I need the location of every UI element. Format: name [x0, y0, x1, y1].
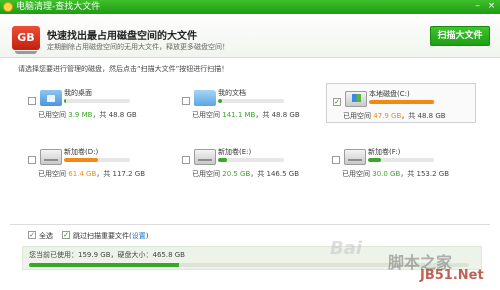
- disk-usage-text: 已用空间 20.5 GB，共 146.5 GB: [192, 170, 300, 178]
- baidu-watermark: Bai: [330, 238, 363, 259]
- select-all-checkbox[interactable]: ✓: [28, 231, 36, 239]
- divider: [10, 224, 490, 225]
- disk-checkbox[interactable]: [28, 156, 36, 164]
- disk-checkbox[interactable]: [182, 156, 190, 164]
- summary-text: 您当前已使用：159.9 GB，硬盘大小：465.8 GB: [29, 251, 185, 259]
- window-title: 电脑清理-查找大文件: [16, 2, 101, 12]
- scan-large-files-button[interactable]: 扫描大文件: [430, 26, 490, 46]
- disk-usage-fill: [218, 99, 222, 103]
- hard-drive-icon: [40, 149, 62, 165]
- disk-usage-fill: [368, 158, 382, 162]
- settings-link[interactable]: 设置: [132, 232, 146, 240]
- disk-checkbox[interactable]: ✓: [333, 98, 341, 106]
- disk-usage-fill: [218, 158, 228, 162]
- disk-usage-track: [64, 158, 130, 162]
- disk-usage-text: 已用空间 30.0 GB，共 153.2 GB: [342, 170, 450, 178]
- minimize-button[interactable]: –: [472, 1, 483, 12]
- hard-drive-icon: [344, 149, 366, 165]
- disk-name: 新加卷(D:): [64, 148, 99, 156]
- disk-usage-text: 已用空间 61.4 GB，共 117.2 GB: [38, 170, 146, 178]
- disk-card[interactable]: 我的文档已用空间 141.1 MB，共 48.8 GB: [176, 83, 326, 123]
- disk-card[interactable]: 我的桌面已用空间 3.9 MB，共 48.8 GB: [22, 83, 172, 123]
- disk-checkbox[interactable]: [332, 156, 340, 164]
- disk-card[interactable]: 新加卷(E:) 已用空间 20.5 GB，共 146.5 GB: [176, 142, 326, 182]
- summary-progress-fill: [29, 263, 179, 267]
- disk-name: 新加卷(F:): [368, 148, 401, 156]
- folder-icon: [194, 90, 216, 106]
- header-title: 快速找出最占用磁盘空间的大文件: [47, 31, 197, 42]
- title-bar: 电脑清理-查找大文件 – ×: [0, 0, 500, 14]
- close-button[interactable]: ×: [486, 1, 497, 12]
- skip-important-label: 跳过扫描重要文件(设置): [73, 232, 149, 240]
- disk-usage-fill: [64, 99, 66, 103]
- disk-usage-text: 已用空间 47.9 GB，共 48.8 GB: [343, 112, 446, 120]
- disk-card[interactable]: ✓ 本地磁盘(C:) 已用空间 47.9 GB，共 48.8 GB: [326, 83, 476, 123]
- disk-usage-track: [369, 100, 435, 104]
- home-folder-icon: [40, 90, 62, 106]
- disk-usage-track: [64, 99, 130, 103]
- disk-card[interactable]: 新加卷(D:) 已用空间 61.4 GB，共 117.2 GB: [22, 142, 172, 182]
- skip-important-checkbox[interactable]: ✓: [62, 231, 70, 239]
- instruction-text: 请选择您要进行管理的磁盘，然后点击“扫描大文件”按钮进行扫描！: [18, 65, 229, 73]
- disk-name: 新加卷(E:): [218, 148, 252, 156]
- disk-usage-text: 已用空间 141.1 MB，共 48.8 GB: [192, 111, 300, 119]
- site-url-watermark: JB51.Net: [420, 268, 484, 283]
- disk-name: 我的桌面: [64, 89, 92, 97]
- select-all-label: 全选: [39, 232, 53, 240]
- header-subtitle: 定期删除占用磁盘空间的无用大文件，释放更多磁盘空间！: [47, 43, 229, 51]
- disk-checkbox[interactable]: [28, 97, 36, 105]
- disk-card[interactable]: 新加卷(F:) 已用空间 30.0 GB，共 153.2 GB: [326, 142, 476, 182]
- disk-usage-track: [368, 158, 434, 162]
- windows-drive-icon: [345, 91, 367, 107]
- disk-usage-text: 已用空间 3.9 MB，共 48.8 GB: [38, 111, 137, 119]
- app-logo-icon: [3, 2, 13, 12]
- disk-usage-fill: [64, 158, 99, 162]
- disk-checkbox[interactable]: [182, 97, 190, 105]
- disk-cleanup-icon: GB: [12, 26, 40, 54]
- disk-name: 本地磁盘(C:): [369, 90, 410, 98]
- disk-usage-fill: [369, 100, 434, 104]
- disk-usage-track: [218, 99, 284, 103]
- hard-drive-icon: [194, 149, 216, 165]
- disk-usage-track: [218, 158, 284, 162]
- disk-name: 我的文档: [218, 89, 246, 97]
